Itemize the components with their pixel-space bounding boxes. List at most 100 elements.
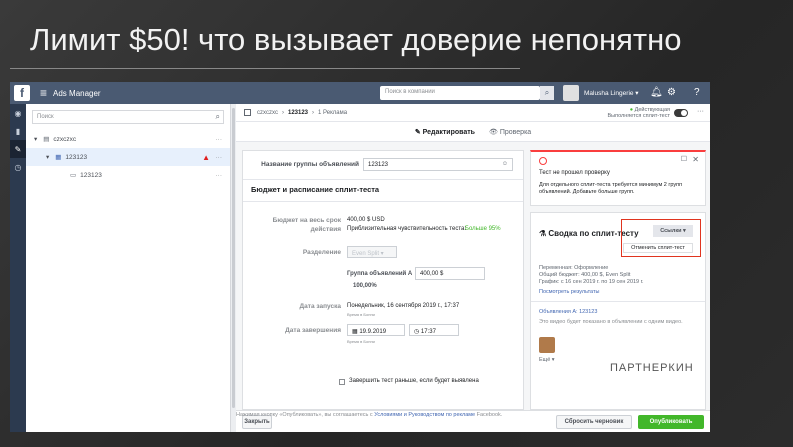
emoji-icon[interactable]: ☺ bbox=[502, 161, 508, 167]
ad-policies-link[interactable]: Условиями и Руководством по рекламе bbox=[374, 412, 475, 418]
variable-line: Переменная: Оформление bbox=[539, 265, 609, 271]
error-title: Тест не прошел проверку bbox=[539, 170, 610, 176]
error-description: Для отдельного сплит-теста требуется мин… bbox=[539, 182, 683, 195]
top-bar: f ≡ Ads Manager Поиск в компании ⌕ Malus… bbox=[10, 82, 710, 104]
discard-draft-button[interactable]: Сбросить черновик bbox=[556, 415, 632, 429]
budget-line: Общий бюджет: 400,00 $, Even Split bbox=[539, 272, 631, 278]
budget-label-line-2: действия bbox=[310, 226, 341, 233]
legal-notice: Нажимая кнопку «Опубликовать», вы соглаш… bbox=[236, 412, 502, 418]
view-results-link[interactable]: Посмотреть результаты bbox=[539, 289, 599, 295]
end-time-input[interactable]: ◷ 17:37 bbox=[409, 324, 459, 336]
ads-a-description: Это видео будет показано в объявлении с … bbox=[539, 319, 683, 325]
group-a-percent: 100,00% bbox=[353, 283, 377, 289]
slide-title: Лимит $50! что вызывает доверие непонятн… bbox=[30, 22, 682, 57]
tree-item-ad[interactable]: ▭ 123123 ··· bbox=[26, 166, 230, 184]
group-a-budget-input[interactable]: 400,00 $ bbox=[415, 267, 485, 280]
divider bbox=[243, 179, 523, 180]
sensitivity-text: Приблизительная чувствительность теста: bbox=[347, 226, 467, 232]
group-a-label: Группа объявлений А bbox=[347, 271, 413, 277]
campaign-tree: Поиск ⌕ ▾ ▤ czxczxc ··· ▾ ▦ 123123 ▲ ···… bbox=[26, 104, 231, 432]
tree-search-input[interactable]: Поиск ⌕ bbox=[32, 110, 224, 124]
end-time-value: 17:37 bbox=[420, 329, 436, 335]
tree-item-adset[interactable]: ▾ ▦ 123123 ▲ ··· bbox=[26, 148, 230, 166]
close-icon[interactable]: ✕ bbox=[692, 155, 699, 164]
breadcrumb: czxczxc › 123123 › 1 Реклама ● Действующ… bbox=[236, 104, 710, 122]
ad-thumbnail[interactable] bbox=[539, 337, 555, 353]
caret-down-icon[interactable]: ▾ bbox=[46, 153, 49, 161]
split-label: Разделение bbox=[302, 249, 341, 256]
legal-post: Facebook. bbox=[476, 412, 503, 418]
more-icon[interactable]: ··· bbox=[216, 136, 223, 143]
active-toggle[interactable] bbox=[674, 109, 688, 117]
error-card: ☐ ✕ Тест не прошел проверку Для отдельно… bbox=[530, 150, 706, 206]
tree-item-label: 123123 bbox=[80, 171, 102, 179]
more-icon[interactable]: ··· bbox=[216, 154, 223, 161]
chevron-right-icon: › bbox=[312, 109, 315, 116]
breadcrumb-campaign[interactable]: czxczxc bbox=[257, 110, 278, 116]
menu-icon[interactable]: ≡ bbox=[40, 86, 47, 100]
calendar-icon: ▦ bbox=[352, 329, 358, 335]
publish-button[interactable]: Опубликовать bbox=[638, 415, 704, 429]
early-end-checkbox[interactable] bbox=[339, 379, 345, 385]
budget-value: 400,00 $ USD bbox=[347, 217, 385, 223]
scrollbar-thumb[interactable] bbox=[232, 108, 235, 408]
feedback-icon[interactable]: ☐ bbox=[681, 155, 687, 163]
title-divider bbox=[10, 68, 520, 69]
breadcrumb-adset[interactable]: 123123 bbox=[288, 110, 308, 116]
tab-edit-label: Редактировать bbox=[422, 128, 475, 136]
divider bbox=[531, 301, 705, 302]
adset-name-input[interactable]: 123123 ☺ bbox=[363, 158, 513, 171]
flask-icon: ⚗ bbox=[539, 229, 547, 238]
panel-toggle-icon[interactable] bbox=[244, 109, 251, 116]
schedule-line: График: с 16 сен 2019 г. по 19 сен 2019 … bbox=[539, 279, 644, 285]
history-icon[interactable]: ◷ bbox=[10, 158, 26, 176]
split-test-summary: ⚗ Сводка по сплит-тесту Ссылки ▾ Отменит… bbox=[530, 212, 706, 410]
adset-name-value: 123123 bbox=[368, 162, 389, 168]
tree-item-label: 123123 bbox=[65, 153, 88, 161]
end-date-input[interactable]: ▦ 19.9.2019 bbox=[347, 324, 405, 336]
search-icon[interactable]: ⌕ bbox=[540, 86, 554, 100]
tab-review[interactable]: 👁︎ Проверка bbox=[489, 128, 531, 136]
tree-item-campaign[interactable]: ▾ ▤ czxczxc ··· bbox=[26, 130, 230, 148]
company-search-input[interactable]: Поиск в компании bbox=[380, 86, 540, 100]
breadcrumb-ads[interactable]: 1 Реклама bbox=[318, 110, 347, 116]
ads-manager-screenshot: f ≡ Ads Manager Поиск в компании ⌕ Malus… bbox=[10, 82, 710, 432]
links-dropdown-button[interactable]: Ссылки ▾ bbox=[653, 225, 693, 237]
folder-icon: ▤ bbox=[43, 136, 50, 143]
legal-pre: Нажимая кнопку «Опубликовать», вы соглаш… bbox=[236, 412, 373, 418]
more-icon[interactable]: ··· bbox=[697, 108, 704, 115]
end-date-value: 19.9.2019 bbox=[359, 329, 387, 335]
overview-icon[interactable]: ◉ bbox=[10, 104, 26, 122]
adset-grid-icon: ▦ bbox=[55, 154, 62, 161]
facebook-logo-icon[interactable]: f bbox=[14, 85, 30, 101]
cancel-split-test-item[interactable]: Отменить сплит-тест bbox=[623, 243, 693, 253]
gear-icon[interactable]: ⚙ bbox=[667, 87, 676, 98]
bell-icon[interactable]: 🔔︎ bbox=[650, 87, 663, 98]
search-icon: ⌕ bbox=[215, 112, 220, 121]
account-avatar[interactable] bbox=[563, 85, 579, 101]
error-icon bbox=[539, 157, 547, 165]
editor-main: czxczxc › 123123 › 1 Реклама ● Действующ… bbox=[236, 104, 710, 432]
section-title: Бюджет и расписание сплит-теста bbox=[251, 185, 380, 194]
budget-label-line-1: Бюджет на весь срок bbox=[272, 217, 341, 224]
start-timezone: Время в Бонни bbox=[347, 312, 375, 317]
status-line-2: Выполняется сплит-тест bbox=[607, 113, 671, 119]
caret-down-icon[interactable]: ▾ bbox=[34, 135, 37, 143]
split-select[interactable]: Even Split ▾ bbox=[347, 246, 397, 258]
watermark: ПАРТНЕРКИН bbox=[610, 362, 694, 374]
tab-edit[interactable]: ✎ Редактировать bbox=[415, 128, 475, 136]
app-title: Ads Manager bbox=[53, 88, 101, 98]
chevron-right-icon: › bbox=[282, 109, 284, 116]
reports-icon[interactable]: ▮ bbox=[10, 122, 26, 140]
end-date-label: Дата завершения bbox=[285, 327, 341, 334]
more-icon[interactable]: ··· bbox=[216, 172, 223, 179]
ads-a-link[interactable]: Объявления А: 123123 bbox=[539, 309, 597, 315]
start-date-label: Дата запуска bbox=[299, 303, 341, 310]
ad-icon: ▭ bbox=[70, 172, 77, 179]
delivery-status: ● Действующая Выполняется сплит-тест bbox=[608, 107, 671, 119]
edit-pencil-icon[interactable]: ✎ bbox=[10, 140, 26, 158]
help-icon[interactable]: ? bbox=[694, 87, 700, 98]
account-switcher[interactable]: Malusha Lingerie ▾ bbox=[584, 89, 639, 97]
end-timezone: Время в Бонни bbox=[347, 339, 375, 344]
sensitivity-value: Больше 95% bbox=[465, 226, 501, 232]
